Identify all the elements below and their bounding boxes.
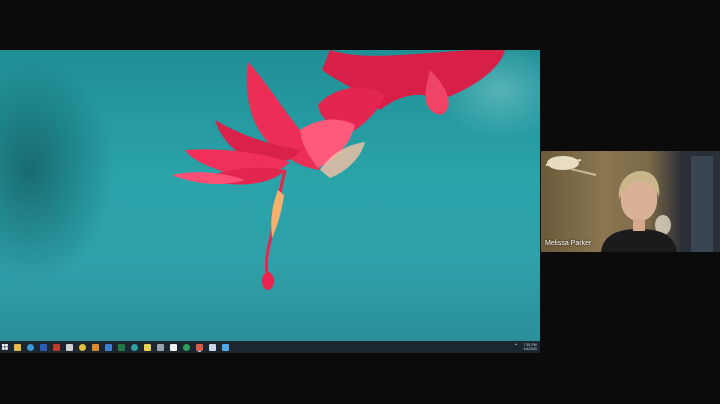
app-gray-icon[interactable] <box>157 343 164 351</box>
cloud-icon[interactable] <box>209 343 216 351</box>
taskbar-clock[interactable]: 7:51 PM 1/4/2020 <box>523 343 537 351</box>
app-orange-icon[interactable] <box>92 343 99 351</box>
participant-video[interactable]: Melissa Parker <box>541 151 720 252</box>
webcam-frame <box>545 151 720 252</box>
app-red-icon[interactable] <box>53 343 60 351</box>
participant-name-label: Melissa Parker <box>545 240 592 247</box>
word-icon[interactable] <box>40 343 47 351</box>
windows-taskbar: ⌃ 7:51 PM 1/4/2020 <box>0 341 540 353</box>
app-teal-icon[interactable] <box>131 343 138 351</box>
clock-date: 1/4/2020 <box>523 347 537 351</box>
excel-icon[interactable] <box>118 343 125 351</box>
app-lightblue-icon[interactable] <box>222 343 229 351</box>
taskbar-app-icons <box>14 343 235 351</box>
app-white-icon[interactable] <box>170 343 177 351</box>
zoom-icon[interactable] <box>196 343 203 351</box>
file-explorer-icon[interactable] <box>14 343 21 351</box>
start-button[interactable] <box>0 341 10 353</box>
windows-logo-icon <box>2 344 8 350</box>
tray-expand-icon[interactable]: ⌃ <box>513 341 518 353</box>
chrome-icon[interactable] <box>79 343 86 351</box>
app-green-icon[interactable] <box>183 343 190 351</box>
flower-image <box>172 50 505 290</box>
desktop-wallpaper <box>0 50 540 341</box>
shared-screen: ⌃ 7:51 PM 1/4/2020 <box>0 50 540 353</box>
notes-icon[interactable] <box>144 343 151 351</box>
settings-icon[interactable] <box>66 343 73 351</box>
edge-icon[interactable] <box>27 343 34 351</box>
app-blue-icon[interactable] <box>105 343 112 351</box>
system-tray: ⌃ 7:51 PM 1/4/2020 <box>513 341 540 353</box>
